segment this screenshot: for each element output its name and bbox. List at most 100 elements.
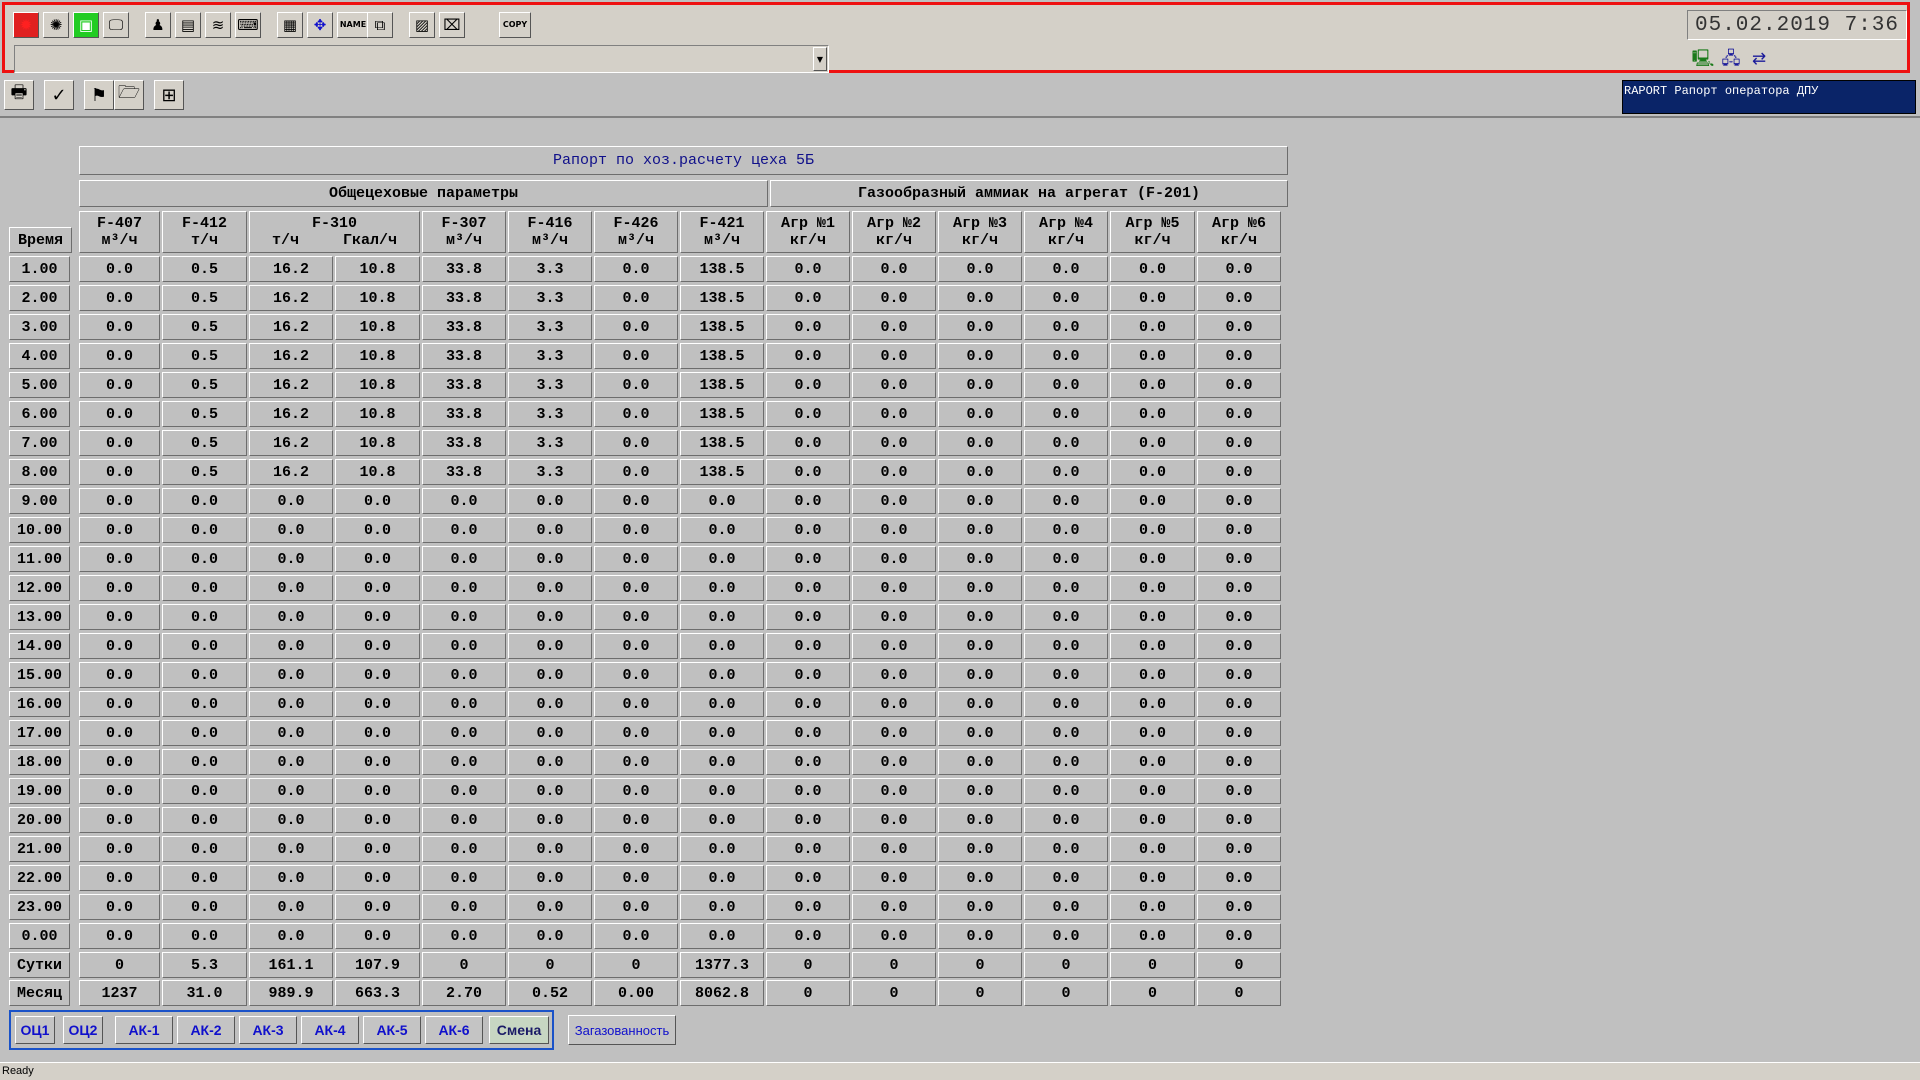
network-icon[interactable]: ⧉ [367, 12, 393, 38]
table-row-value: 0.0 [938, 778, 1022, 804]
table-row-value: 0.0 [680, 546, 764, 572]
table-row-value: 0.0 [335, 691, 420, 717]
column-tag: F-421 [699, 215, 745, 232]
table-row-value: 16.2 [249, 430, 333, 456]
table-row-value: 138.5 [680, 372, 764, 398]
network-status-icon[interactable]: 🖧 [1719, 47, 1743, 71]
table-row-value: 0.0 [79, 430, 160, 456]
table-row-value: 0.0 [594, 459, 678, 485]
hatch-icon[interactable]: ▨ [409, 12, 435, 38]
tab-7[interactable]: АК-6 [425, 1016, 483, 1044]
table-row-value: 0.0 [508, 894, 592, 920]
table-row-value: 0.0 [1110, 633, 1195, 659]
table-row-value: 0.0 [852, 285, 936, 311]
table-row-value: 0.0 [162, 923, 247, 949]
table-row-value: 0.0 [162, 807, 247, 833]
operator-icon[interactable]: ♟ [145, 12, 171, 38]
totals-row-value: 0 [766, 980, 850, 1006]
tab-6[interactable]: АК-5 [363, 1016, 421, 1044]
keyboard-icon[interactable]: ⌨ [235, 12, 261, 38]
chevron-down-icon[interactable]: ▼ [813, 47, 827, 71]
table-row-value: 0.0 [766, 256, 850, 282]
table-row-value: 0.0 [594, 662, 678, 688]
table-row-value: 0.0 [1024, 256, 1108, 282]
table-row-value: 0.0 [938, 517, 1022, 543]
name-icon[interactable]: NAME [337, 12, 369, 38]
table-row-value: 0.0 [680, 633, 764, 659]
column-tag: F-426 [613, 215, 659, 232]
table-row-value: 0.0 [766, 430, 850, 456]
table-row-value: 0.0 [422, 575, 506, 601]
table-row-label: 13.00 [9, 604, 70, 630]
table-row-value: 0.0 [79, 256, 160, 282]
table-row-value: 0.0 [79, 488, 160, 514]
tab-2[interactable]: АК-1 [115, 1016, 173, 1044]
table-row-value: 0.0 [852, 372, 936, 398]
table-row-value: 0.0 [508, 836, 592, 862]
table-row-value: 0.0 [680, 691, 764, 717]
table-row-value: 0.0 [422, 836, 506, 862]
table-row-value: 0.0 [852, 778, 936, 804]
totals-row-value: 31.0 [162, 980, 247, 1006]
column-tag: F-416 [527, 215, 573, 232]
bug-icon[interactable]: ✺ [43, 12, 69, 38]
tab-5[interactable]: АК-4 [301, 1016, 359, 1044]
trend-icon[interactable]: ≋ [205, 12, 231, 38]
table-row-value: 0.0 [938, 720, 1022, 746]
totals-row-value: 1237 [79, 980, 160, 1006]
add-window-icon[interactable]: ⊞ [154, 80, 184, 110]
table-row-value: 0.0 [162, 575, 247, 601]
status-icon[interactable]: ▣ [73, 12, 99, 38]
table-row-value: 0.0 [79, 604, 160, 630]
tab-4[interactable]: АК-3 [239, 1016, 297, 1044]
tab-8[interactable]: Смена [489, 1016, 549, 1044]
column-unit-2: Гкал/ч [342, 232, 397, 249]
table-row-value: 0.0 [508, 923, 592, 949]
table-row-label: 10.00 [9, 517, 70, 543]
panel-icon[interactable]: ▤ [175, 12, 201, 38]
table-row-value: 0.0 [1197, 836, 1281, 862]
table-row-value: 33.8 [422, 372, 506, 398]
table-row-value: 0.0 [1197, 314, 1281, 340]
table-row-value: 0.0 [1197, 343, 1281, 369]
tab-1[interactable]: ОЦ2 [63, 1016, 103, 1044]
server-status-icon[interactable]: 🖳 [1691, 47, 1715, 71]
no-draw-icon[interactable]: ⌧ [439, 12, 465, 38]
table-row-value: 16.2 [249, 314, 333, 340]
table-row-value: 0.0 [1024, 488, 1108, 514]
report-icon[interactable]: ▦ [277, 12, 303, 38]
table-row-value: 0.0 [766, 836, 850, 862]
sync-status-icon[interactable]: ⇄ [1747, 47, 1771, 71]
table-row-value: 0.0 [508, 662, 592, 688]
table-row-value: 0.0 [680, 517, 764, 543]
table-row-value: 0.0 [1024, 807, 1108, 833]
table-row-value: 0.0 [335, 749, 420, 775]
alarm-icon[interactable]: ✹ [13, 12, 39, 38]
table-row-value: 0.0 [852, 488, 936, 514]
command-combobox[interactable]: ▼ [14, 45, 829, 73]
flag-icon[interactable]: ⚑ [84, 80, 114, 110]
tab-3[interactable]: АК-2 [177, 1016, 235, 1044]
table-row-value: 0.0 [1197, 894, 1281, 920]
table-row-value: 0.0 [594, 430, 678, 456]
table-row-value: 0.0 [594, 836, 678, 862]
table-row-value: 0.0 [162, 691, 247, 717]
table-row-value: 0.0 [938, 285, 1022, 311]
table-row-value: 0.0 [1110, 575, 1195, 601]
table-row-value: 0.0 [1024, 546, 1108, 572]
table-row-value: 0.0 [938, 836, 1022, 862]
check-icon[interactable]: ✓ [44, 80, 74, 110]
table-row-value: 0.0 [1197, 807, 1281, 833]
table-row-value: 0.0 [852, 865, 936, 891]
print-icon[interactable]: 🖶 [4, 80, 34, 110]
table-row-value: 0.0 [1110, 372, 1195, 398]
monitor-icon[interactable]: 🖵 [103, 12, 129, 38]
column-tag: F-407 [96, 215, 142, 232]
table-row-value: 0.0 [594, 285, 678, 311]
navigate-icon[interactable]: ✥ [307, 12, 333, 38]
table-row-label: 19.00 [9, 778, 70, 804]
tab-0[interactable]: ОЦ1 [15, 1016, 55, 1044]
gas-contamination-button[interactable]: Загазованность [568, 1015, 676, 1045]
open-folder-icon[interactable]: 🗁 [114, 80, 144, 110]
copy-icon[interactable]: COPY [499, 12, 531, 38]
